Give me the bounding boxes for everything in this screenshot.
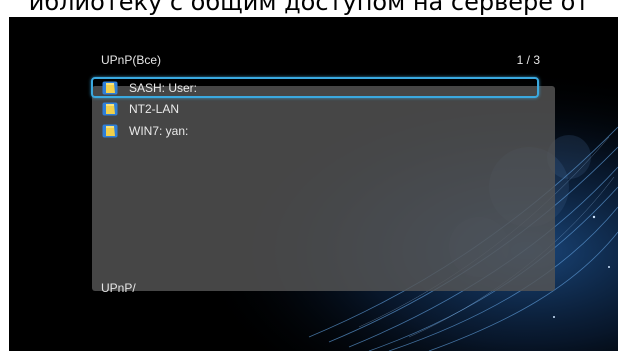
list-item-win7[interactable]: WIN7: yan: (91, 120, 539, 142)
list-item-label: SASH: User: (129, 80, 198, 95)
folder-icon (102, 81, 118, 94)
current-path: UPnP/ (101, 281, 136, 295)
list-item-label: NT2-LAN (129, 102, 180, 116)
source-title: UPnP(Все) (101, 53, 162, 67)
page-counter: 1 / 3 (516, 53, 540, 67)
media-player-screen (9, 17, 618, 351)
list-item-sash[interactable]: SASH: User: (91, 77, 539, 98)
folder-icon (102, 102, 118, 116)
server-list: SASH: User: NT2-LAN WIN7: yan: (91, 77, 539, 142)
list-item-nt2-lan[interactable]: NT2-LAN (91, 98, 539, 120)
folder-icon (102, 124, 118, 138)
page-caption-text: иблиотеку с общим доступом на сервере от (28, 0, 590, 16)
list-item-label: WIN7: yan: (129, 124, 189, 138)
